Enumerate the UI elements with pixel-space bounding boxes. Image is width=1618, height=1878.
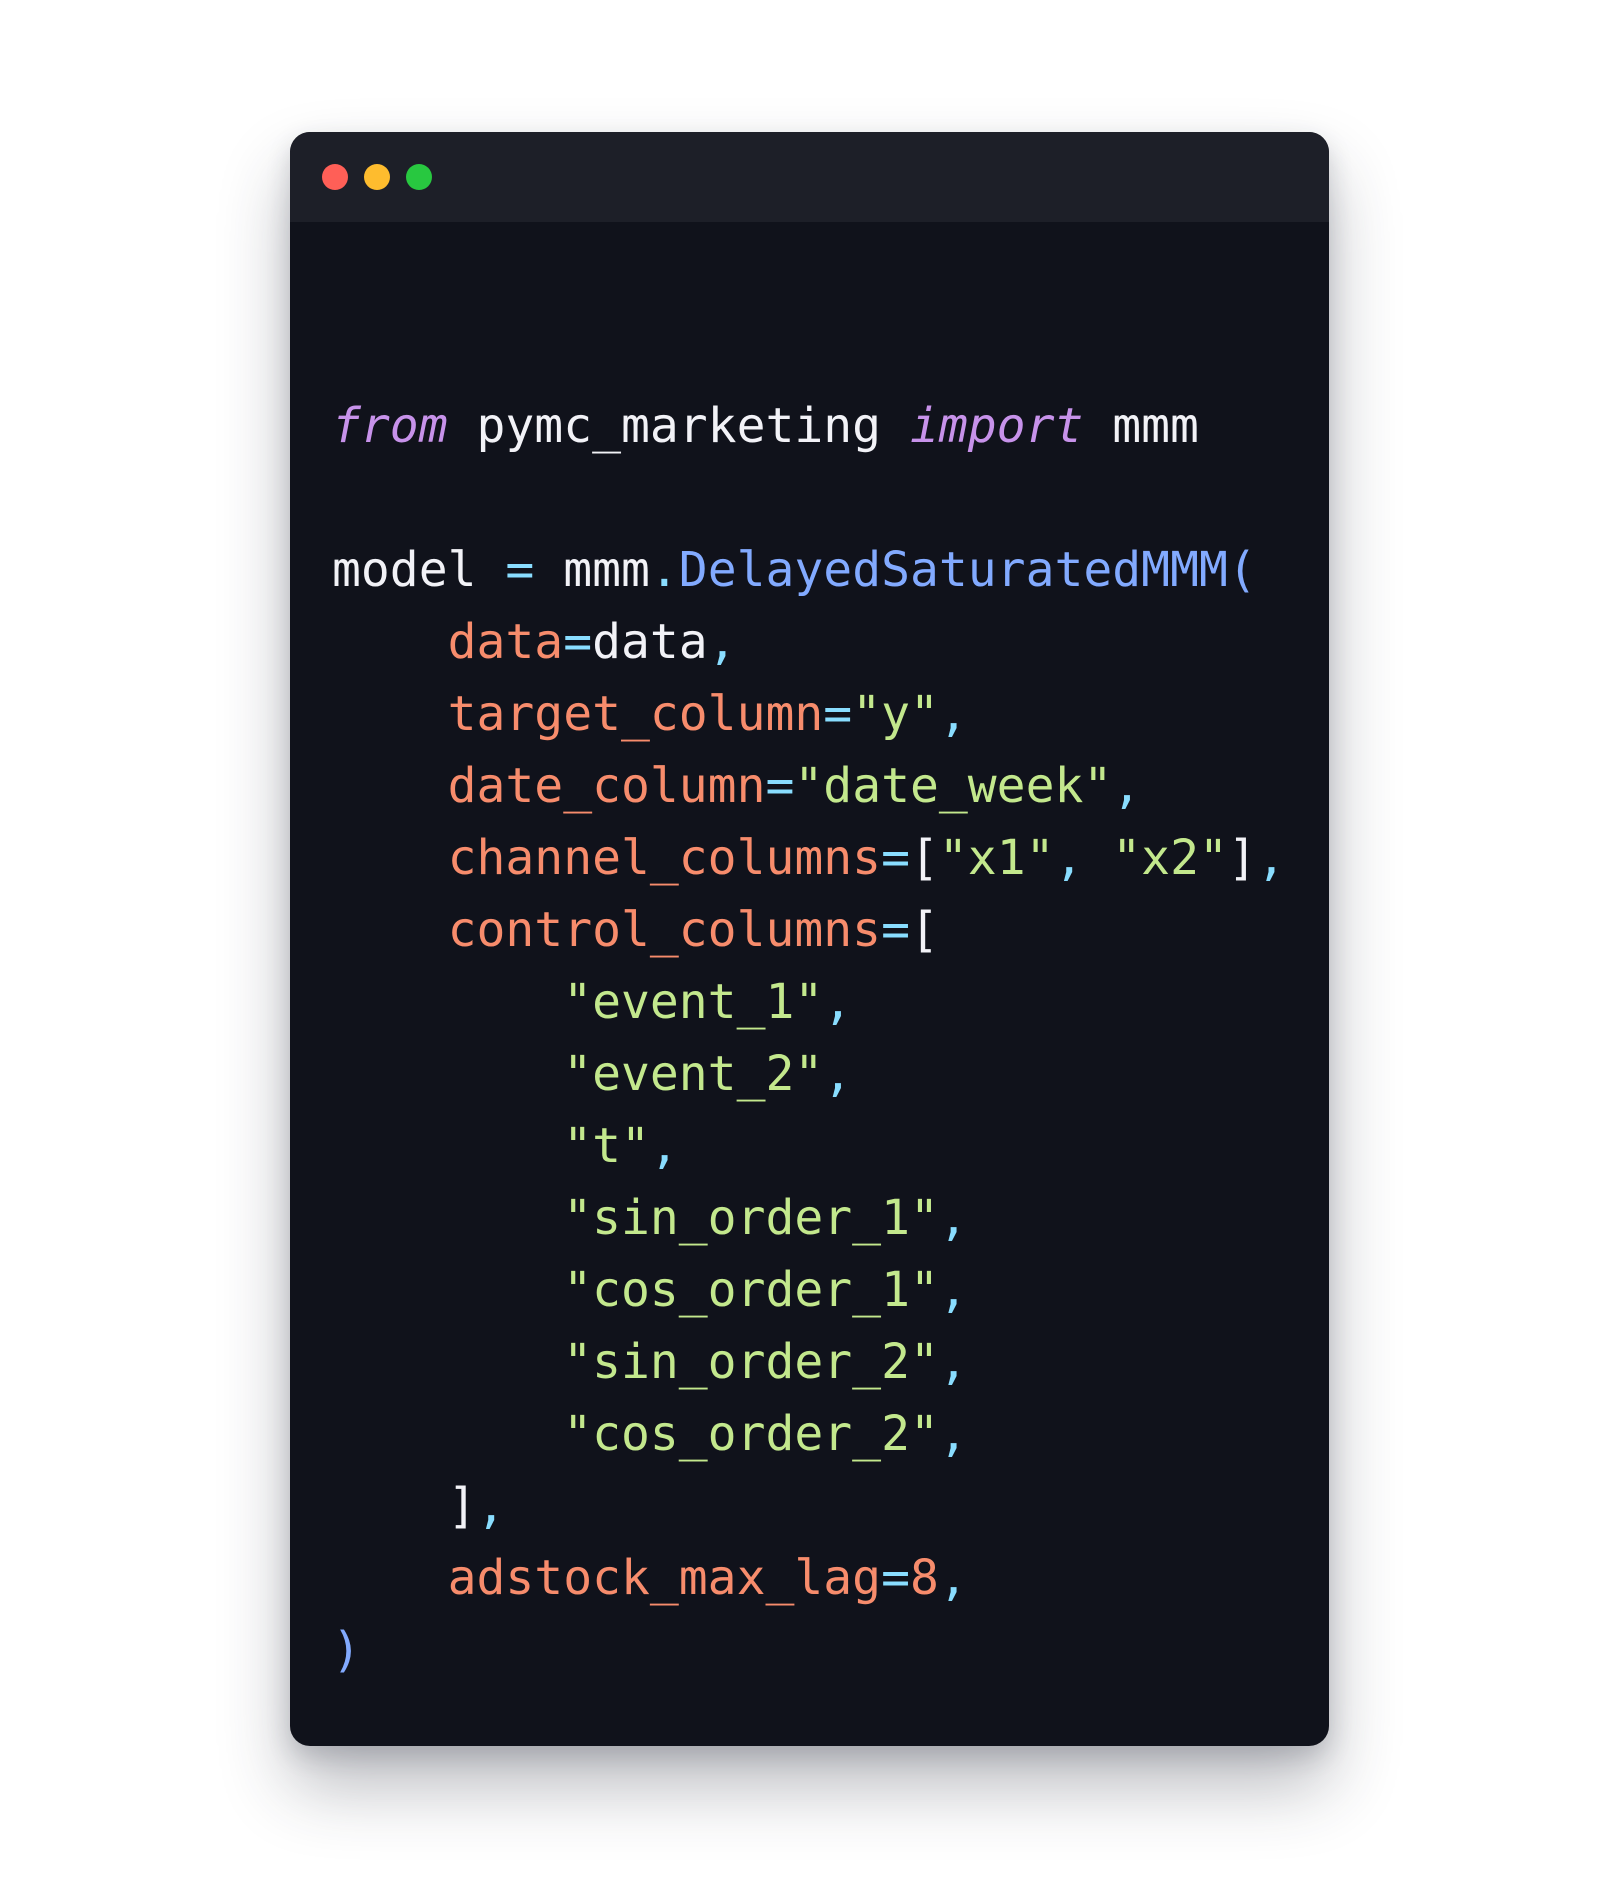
code-line: adstock_max_lag=8, <box>332 1542 1286 1614</box>
code-token-plain: mmm <box>1083 398 1199 454</box>
code-token-keyword: from <box>332 398 448 454</box>
code-line: "event_1", <box>332 966 1286 1038</box>
code-token-string: "date_week" <box>794 758 1113 814</box>
code-token-punct: , <box>1112 758 1142 814</box>
code-token-string: "t" <box>332 1118 650 1174</box>
code-line: target_column="y", <box>332 678 1286 750</box>
code-line: channel_columns=["x1", "x2"], <box>332 822 1286 894</box>
code-line: "event_2", <box>332 1038 1286 1110</box>
code-line: from pymc_marketing import mmm <box>332 390 1286 462</box>
code-token-func: DelayedSaturatedMMM( <box>678 542 1257 598</box>
code-line: control_columns=[ <box>332 894 1286 966</box>
code-token-param: target_column <box>332 686 824 742</box>
code-token-punct: , <box>649 1118 679 1174</box>
window-titlebar <box>290 132 1329 222</box>
code-token-punct: , <box>823 974 853 1030</box>
code-line: data=data, <box>332 606 1286 678</box>
code-token-punct: . <box>649 542 679 598</box>
minimize-window-dot-icon[interactable] <box>364 164 390 190</box>
code-token-punct: = <box>823 686 853 742</box>
code-token-punct: , <box>938 686 968 742</box>
code-token-punct: , <box>707 614 737 670</box>
code-token-string: "x1" <box>938 830 1055 886</box>
code-token-keyword: import <box>909 398 1084 454</box>
code-line: "sin_order_1", <box>332 1182 1286 1254</box>
code-token-string: "event_1" <box>332 974 824 1030</box>
code-token-plain: mmm <box>534 542 650 598</box>
code-line: "t", <box>332 1110 1286 1182</box>
code-token-plain: model <box>332 542 506 598</box>
code-token-string: "x2" <box>1112 830 1228 886</box>
code-token-punct: , <box>938 1406 968 1462</box>
code-token-plain: pymc_marketing <box>447 398 910 454</box>
code-token-param: date_column <box>332 758 766 814</box>
code-token-punct: = <box>881 902 910 958</box>
code-token-punct: , <box>1256 830 1286 886</box>
code-token-string: "cos_order_1" <box>332 1262 939 1318</box>
code-token-string: "sin_order_1" <box>332 1190 939 1246</box>
code-token-punct: = <box>563 614 593 670</box>
code-token-punct: , <box>938 1550 968 1606</box>
code-token-punct: , <box>823 1046 853 1102</box>
code-line: ], <box>332 1470 1286 1542</box>
code-token-param: adstock_max_lag <box>332 1550 882 1606</box>
code-token-punct: = <box>765 758 795 814</box>
code-line: ) <box>332 1614 1286 1686</box>
code-token-punct: = <box>881 1550 910 1606</box>
code-token-plain: [ <box>909 902 939 958</box>
code-token-punct: , <box>938 1334 968 1390</box>
code-token-punct: , <box>476 1478 506 1534</box>
code-token-plain: data <box>592 614 708 670</box>
code-token-string: "sin_order_2" <box>332 1334 939 1390</box>
close-window-dot-icon[interactable] <box>322 164 348 190</box>
code-token-param: control_columns <box>332 902 882 958</box>
code-block: from pymc_marketing import mmm model = mm… <box>332 390 1286 1746</box>
code-window: from pymc_marketing import mmm model = mm… <box>290 132 1329 1746</box>
code-token-param: data <box>332 614 564 670</box>
code-token-number: 8 <box>909 1550 939 1606</box>
code-token-punct: = <box>505 542 535 598</box>
code-line: "cos_order_1", <box>332 1254 1286 1326</box>
maximize-window-dot-icon[interactable] <box>406 164 432 190</box>
code-token-plain: [ <box>909 830 939 886</box>
code-token-punct: , <box>1054 830 1113 886</box>
code-line: date_column="date_week", <box>332 750 1286 822</box>
code-token-string: "y" <box>852 686 939 742</box>
code-token-param: channel_columns <box>332 830 882 886</box>
code-line: "sin_order_2", <box>332 1326 1286 1398</box>
code-line: model = mmm.DelayedSaturatedMMM( <box>332 534 1286 606</box>
code-token-func: ) <box>332 1622 361 1678</box>
code-token-string: "cos_order_2" <box>332 1406 939 1462</box>
code-token-string: "event_2" <box>332 1046 824 1102</box>
code-token-punct: = <box>881 830 910 886</box>
code-token-punct: , <box>938 1262 968 1318</box>
code-token-plain: ] <box>1227 830 1257 886</box>
code-token-punct: , <box>938 1190 968 1246</box>
code-line: "cos_order_2", <box>332 1398 1286 1470</box>
code-token-plain: ] <box>332 1478 477 1534</box>
